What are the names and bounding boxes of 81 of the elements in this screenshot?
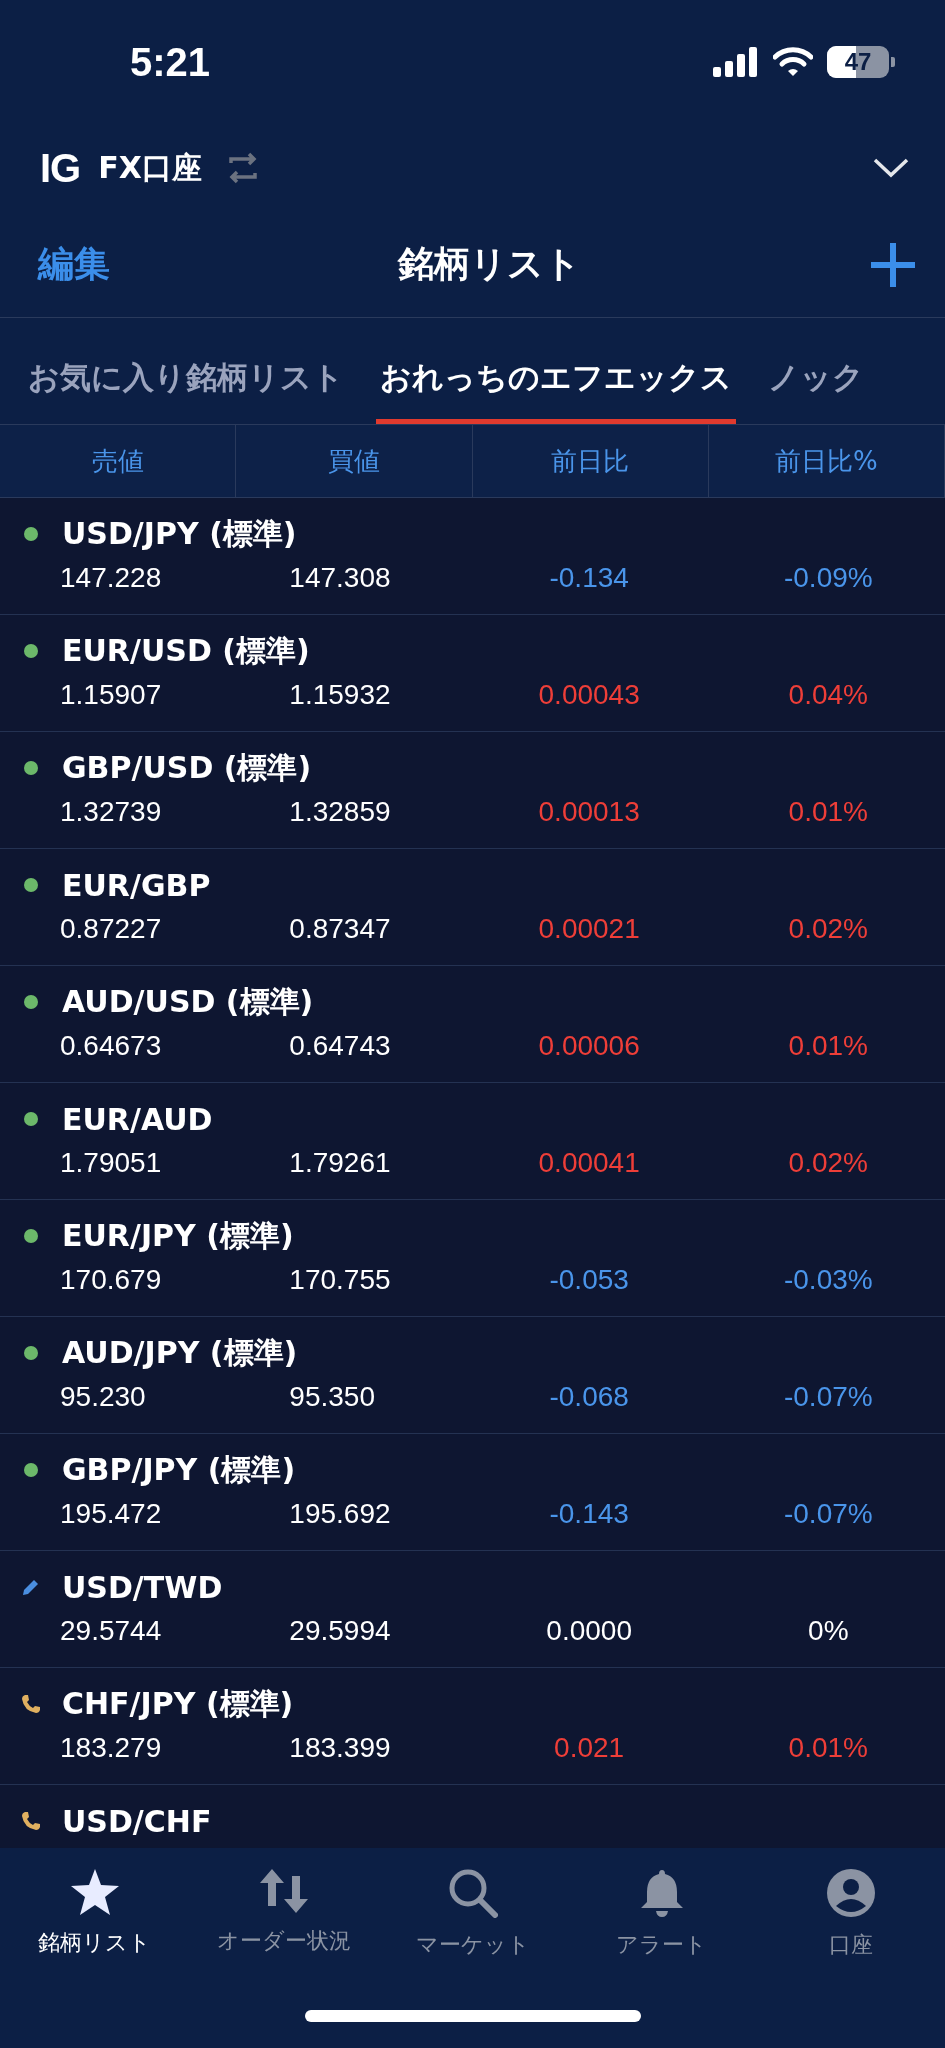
- tab-bar-item[interactable]: 銘柄リスト: [0, 1868, 189, 1960]
- instrument-name[interactable]: EUR/GBP: [62, 867, 211, 903]
- price-cell-text: 0.00013: [537, 796, 641, 828]
- price-cell-text: 0.02%: [787, 913, 869, 945]
- price-cell-text: 0.04%: [787, 679, 869, 711]
- instrument-name[interactable]: GBP/JPY (標準): [62, 1449, 296, 1491]
- price-cell-text: 0.87227: [59, 913, 163, 945]
- status-time: 5:21: [130, 39, 211, 85]
- search-icon: [447, 1868, 498, 1918]
- instrument-name[interactable]: EUR/AUD: [62, 1101, 213, 1137]
- price-cell-text: 183.279: [59, 1732, 163, 1764]
- price-cell-text: 0.02%: [787, 1147, 869, 1179]
- star-icon: [69, 1868, 120, 1916]
- up-down-arrows-icon: [258, 1868, 309, 1914]
- list-tab[interactable]: ノック: [764, 318, 868, 424]
- price-cell-text: -0.068: [548, 1381, 630, 1413]
- price-cell-text: 0%: [807, 1615, 850, 1647]
- price-cell-text: -0.03%: [782, 1264, 874, 1296]
- price-cell-text: -0.134: [548, 562, 630, 594]
- price-cell-text: -0.143: [548, 1498, 630, 1530]
- wifi-icon: [773, 47, 813, 77]
- price-cell-text: 0.00041: [537, 1147, 641, 1179]
- price-cell-text: 0.0000: [545, 1615, 633, 1647]
- instrument-name[interactable]: AUD/USD (標準): [62, 981, 314, 1023]
- price-cell-text: -0.07%: [782, 1381, 874, 1413]
- price-cell-text: 195.472: [59, 1498, 163, 1530]
- price-cell-text: 95.230: [59, 1381, 147, 1413]
- chevron-down-icon[interactable]: [873, 158, 909, 178]
- swap-icon[interactable]: [227, 151, 258, 185]
- price-cell-text: 147.228: [59, 562, 163, 594]
- price-cell-text: 1.79051: [59, 1147, 163, 1179]
- price-cell-text: 170.679: [59, 1264, 163, 1296]
- instrument-name[interactable]: GBP/USD (標準): [62, 747, 312, 789]
- add-icon[interactable]: [869, 240, 917, 289]
- price-cell-text: 0.01%: [787, 1732, 869, 1764]
- account-name[interactable]: FX口座: [98, 147, 202, 189]
- price-cell-text: 0.87347: [288, 913, 392, 945]
- price-cell-text: 0.021: [553, 1732, 626, 1764]
- column-header[interactable]: 前日比: [472, 425, 709, 497]
- logo: IG: [40, 145, 81, 191]
- price-cell-text: 170.755: [288, 1264, 392, 1296]
- price-cell-text: 1.32739: [59, 796, 163, 828]
- price-cell-text: 0.64673: [59, 1030, 163, 1062]
- tab-bar-item[interactable]: 口座: [756, 1868, 945, 1960]
- price-cell-text: 1.32859: [288, 796, 392, 828]
- column-header[interactable]: 買値: [236, 425, 473, 497]
- signal-icon: [713, 47, 759, 77]
- price-cell-text: 0.00043: [537, 679, 641, 711]
- price-cell-text: 1.79261: [288, 1147, 392, 1179]
- price-cell-text: 0.00006: [537, 1030, 641, 1062]
- column-header[interactable]: 前日比%: [708, 425, 945, 497]
- list-tab[interactable]: お気に入り銘柄リスト: [24, 318, 348, 424]
- tab-bar-item[interactable]: アラート: [567, 1868, 756, 1960]
- edit-button[interactable]: 編集: [38, 240, 110, 289]
- instrument-name[interactable]: EUR/USD (標準): [62, 630, 310, 672]
- price-cell-text: 0.01%: [787, 796, 869, 828]
- price-cell-text: 29.5744: [59, 1615, 163, 1647]
- instrument-name[interactable]: CHF/JPY (標準): [62, 1683, 294, 1725]
- price-cell-text: -0.053: [548, 1264, 630, 1296]
- instrument-name[interactable]: AUD/JPY (標準): [62, 1332, 298, 1374]
- price-cell-text: -0.07%: [782, 1498, 874, 1530]
- screen-title: 銘柄リスト: [398, 242, 581, 286]
- price-cell-text: 0.00021: [537, 913, 641, 945]
- price-cell-text: 147.308: [288, 562, 392, 594]
- price-cell-text: 1.15907: [59, 679, 163, 711]
- price-cell-text: 95.350: [288, 1381, 376, 1413]
- price-cell-text: 0.64743: [288, 1030, 392, 1062]
- column-header[interactable]: 売値: [0, 425, 237, 497]
- instrument-name[interactable]: USD/TWD: [62, 1569, 223, 1605]
- price-cell-text: 1.15932: [288, 679, 392, 711]
- instrument-name[interactable]: EUR/JPY (標準): [62, 1215, 294, 1257]
- price-cell-text: 195.692: [288, 1498, 392, 1530]
- price-cell-text: 0.01%: [787, 1030, 869, 1062]
- tab-bar-item[interactable]: オーダー状況: [189, 1868, 378, 1960]
- price-cell-text: -0.09%: [782, 562, 874, 594]
- instrument-name[interactable]: USD/CHF: [62, 1803, 212, 1839]
- instrument-name[interactable]: USD/JPY (標準): [62, 513, 297, 555]
- account-icon: [825, 1868, 876, 1918]
- price-cell-text: 29.5994: [288, 1615, 392, 1647]
- price-cell-text: 183.399: [288, 1732, 392, 1764]
- tab-bar-item[interactable]: マーケット: [378, 1868, 567, 1960]
